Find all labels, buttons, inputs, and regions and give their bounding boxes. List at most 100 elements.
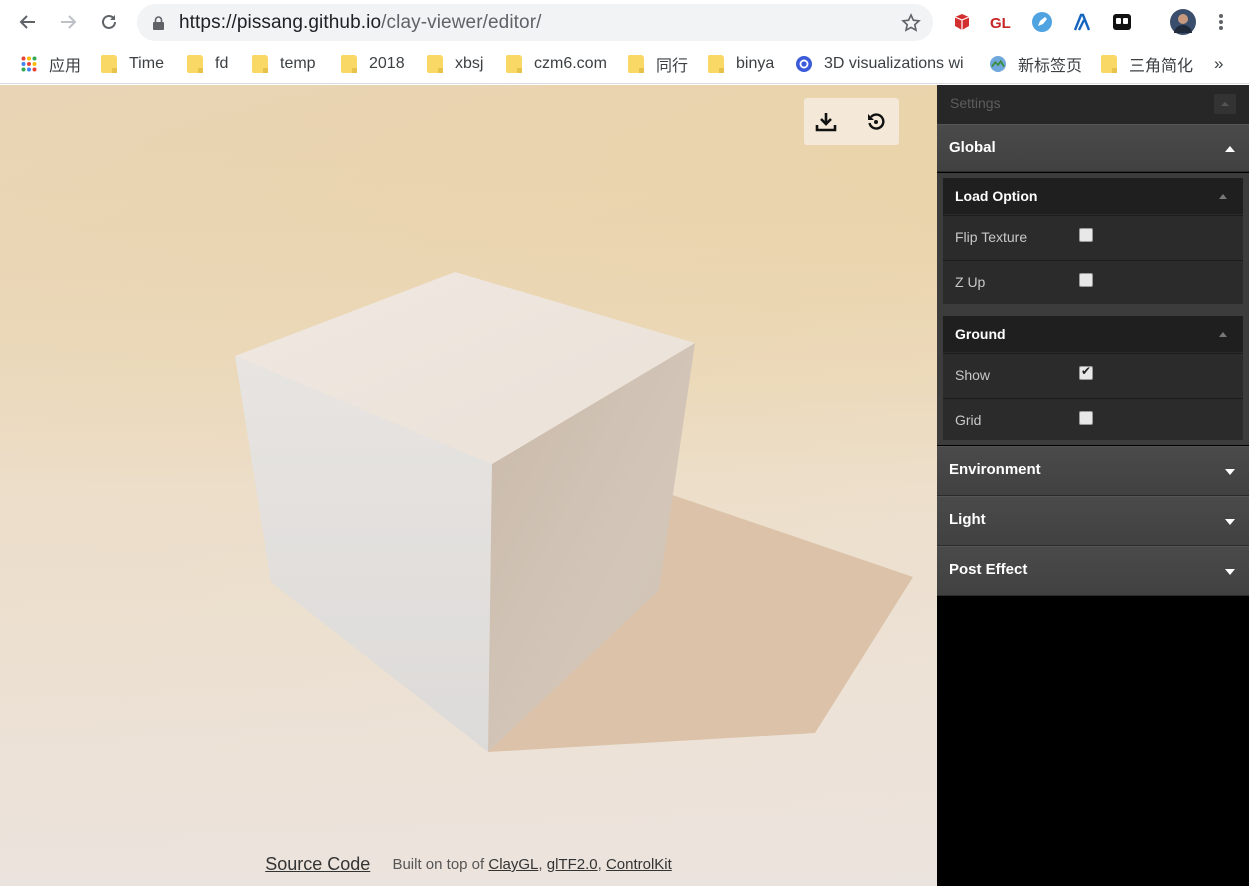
- z-up-row: Z Up: [943, 260, 1243, 304]
- bookmark-label: 新标签页: [1018, 58, 1083, 75]
- forward-button[interactable]: [56, 10, 80, 34]
- folder-icon: [101, 55, 117, 73]
- section-label: Post Effect: [949, 561, 1028, 578]
- group-label: Ground: [955, 326, 1006, 342]
- bookmark-temp[interactable]: temp: [252, 52, 316, 76]
- bookmark-3d-visualizations[interactable]: 3D visualizations wi: [796, 52, 968, 76]
- bookmark-label: 3D visualizations wi: [824, 55, 964, 72]
- bookmark-label: 三角简化: [1129, 58, 1194, 75]
- ground-show-row: Show: [943, 353, 1243, 397]
- bookmark-label: 同行: [656, 58, 689, 75]
- bookmark-xbsj[interactable]: xbsj: [427, 52, 483, 76]
- built-on-text: Built on top of: [392, 856, 485, 873]
- gltf-link[interactable]: glTF2.0: [547, 856, 598, 873]
- caret-up-icon: [1219, 194, 1227, 199]
- collapse-icon: [1221, 102, 1229, 106]
- bookmark-apps[interactable]: 应用: [21, 52, 81, 76]
- ground-header[interactable]: Ground: [943, 316, 1243, 352]
- bookmark-label: binya: [736, 55, 775, 72]
- forward-arrow-icon: [61, 15, 77, 29]
- load-option-header[interactable]: Load Option: [943, 178, 1243, 214]
- claygl-link[interactable]: ClayGL: [488, 856, 538, 873]
- site-icon: [796, 56, 812, 72]
- section-label: Global: [949, 139, 996, 156]
- apps-grid-icon: [21, 56, 37, 72]
- bookmark-2018[interactable]: 2018: [341, 52, 405, 76]
- environment-section-header[interactable]: Environment: [937, 446, 1249, 496]
- bookmark-label: Time: [129, 55, 164, 72]
- viewer-toolbar: [804, 98, 899, 145]
- folder-icon: [341, 55, 357, 73]
- section-label: Light: [949, 511, 986, 528]
- site-icon: [990, 56, 1006, 72]
- bookmark-tonghang[interactable]: 同行: [628, 52, 688, 76]
- browser-menu-icon[interactable]: [1209, 10, 1233, 34]
- url-path: /clay-viewer/editor/: [381, 12, 542, 33]
- folder-icon: [628, 55, 644, 73]
- back-button[interactable]: [16, 10, 40, 34]
- caret-down-icon: [1225, 469, 1235, 475]
- ground-show-checkbox[interactable]: [1079, 364, 1093, 380]
- bookmarks-bar: 应用 Time fd temp 2018 xbsj czm6.com 同行 bi…: [0, 44, 1249, 84]
- option-label: Show: [955, 367, 991, 383]
- ground-group: Ground Show Grid: [943, 316, 1243, 440]
- url-host: https://pissang.github.io: [179, 12, 382, 33]
- lock-icon: [153, 16, 164, 30]
- edit-extension-icon[interactable]: [1030, 10, 1054, 34]
- reload-icon: [102, 14, 116, 29]
- folder-icon: [252, 55, 268, 73]
- bookmark-label: xbsj: [455, 55, 484, 72]
- option-label: Z Up: [955, 274, 986, 290]
- bookmarks-overflow-button[interactable]: »: [1214, 52, 1223, 76]
- option-label: Grid: [955, 412, 982, 428]
- folder-icon: [1101, 55, 1117, 73]
- reload-button[interactable]: [97, 10, 121, 34]
- model-viewport[interactable]: Source Code Built on top of ClayGL, glTF…: [0, 85, 937, 886]
- folder-icon: [506, 55, 522, 73]
- back-arrow-icon: [19, 15, 35, 29]
- post-effect-section-header[interactable]: Post Effect: [937, 546, 1249, 596]
- bookmark-fd[interactable]: fd: [187, 52, 228, 76]
- gl-extension-icon[interactable]: GL: [989, 10, 1013, 34]
- download-button[interactable]: [813, 109, 839, 135]
- bookmark-star-icon[interactable]: [901, 13, 921, 33]
- download-icon: [815, 113, 837, 132]
- settings-header: Settings: [937, 85, 1249, 124]
- controlkit-link[interactable]: ControlKit: [606, 856, 672, 873]
- settings-title: Settings: [950, 95, 1001, 111]
- link-separator: ,: [597, 856, 602, 873]
- group-label: Load Option: [955, 188, 1038, 204]
- bookmark-time[interactable]: Time: [101, 52, 164, 76]
- folder-icon: [708, 55, 724, 73]
- caret-up-icon: [1225, 146, 1235, 152]
- tab-extension-icon[interactable]: [1110, 10, 1134, 34]
- z-up-checkbox[interactable]: [1079, 273, 1093, 287]
- folder-icon: [187, 55, 203, 73]
- scene-canvas[interactable]: [0, 85, 937, 886]
- bookmark-new-tab[interactable]: 新标签页: [990, 52, 1082, 76]
- profile-avatar[interactable]: [1169, 8, 1197, 36]
- bookmark-triangle-simplify[interactable]: 三角简化: [1101, 52, 1193, 76]
- global-section-body: Load Option Flip Texture Z Up Ground Sho…: [937, 173, 1249, 445]
- ground-grid-row: Grid: [943, 398, 1243, 442]
- folder-icon: [427, 55, 443, 73]
- collapse-panel-button[interactable]: [1214, 94, 1236, 114]
- address-bar[interactable]: https://pissang.github.io/clay-viewer/ed…: [137, 4, 933, 41]
- lambda-extension-icon[interactable]: [1070, 10, 1094, 34]
- light-section-header[interactable]: Light: [937, 496, 1249, 546]
- reset-view-button[interactable]: [863, 109, 889, 135]
- caret-down-icon: [1225, 569, 1235, 575]
- ground-grid-checkbox[interactable]: [1079, 411, 1093, 425]
- bookmark-label: 2018: [369, 55, 405, 72]
- source-code-link[interactable]: Source Code: [265, 854, 370, 874]
- svg-text:GL: GL: [990, 15, 1011, 32]
- caret-down-icon: [1225, 519, 1235, 525]
- global-section-header[interactable]: Global: [937, 124, 1249, 172]
- load-option-group: Load Option Flip Texture Z Up: [943, 178, 1243, 304]
- bookmark-czm6[interactable]: czm6.com: [506, 52, 607, 76]
- bookmark-binya[interactable]: binya: [708, 52, 774, 76]
- flip-texture-checkbox[interactable]: [1079, 228, 1093, 242]
- lego-extension-icon[interactable]: [950, 10, 974, 34]
- option-label: Flip Texture: [955, 229, 1028, 245]
- bookmark-label: czm6.com: [534, 55, 607, 72]
